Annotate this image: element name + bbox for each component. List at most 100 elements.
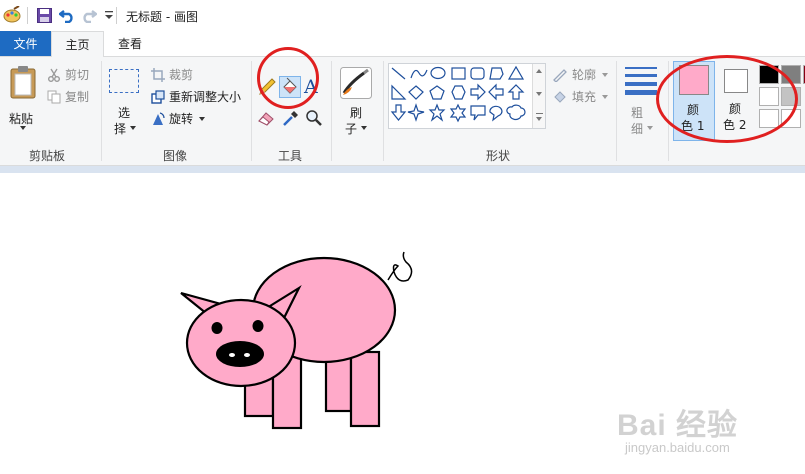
copy-button[interactable]: 复制: [47, 88, 89, 105]
crop-button[interactable]: 裁剪: [151, 66, 193, 83]
scroll-down-arrow-icon[interactable]: [536, 92, 542, 96]
paste-button[interactable]: 粘贴: [6, 65, 38, 141]
select-button[interactable]: 选 择: [106, 65, 142, 143]
down-arrow-shape-icon: [390, 104, 407, 121]
eyedropper-icon: [283, 111, 298, 126]
outline-button[interactable]: 轮廓: [552, 66, 609, 83]
tab-home[interactable]: 主页: [51, 31, 104, 57]
paste-dropdown-arrow: [20, 126, 26, 130]
canvas-border-strip: [0, 166, 805, 173]
palette-swatch-gray[interactable]: [781, 65, 801, 84]
outline-label: 轮廓: [572, 68, 597, 82]
fill-label: 填充: [572, 90, 597, 104]
size-line-icon: [625, 90, 657, 95]
resize-icon: [151, 89, 165, 104]
up-arrow-shape-icon: [507, 84, 525, 100]
size-label-line1: 粗: [631, 106, 644, 120]
color-picker-tool[interactable]: [282, 109, 300, 127]
fill-tool[interactable]: [279, 76, 301, 98]
six-point-star-shape-icon: [449, 103, 467, 123]
pig-nostril: [229, 353, 235, 357]
curve-shape-icon: [410, 69, 428, 79]
brushes-label-line1: 刷: [350, 106, 363, 120]
brushes-dropdown-arrow: [361, 126, 367, 130]
eraser-icon: [258, 112, 274, 126]
magnifier-icon: [306, 110, 322, 126]
diamond-shape-icon: [408, 85, 424, 100]
paint-bucket-icon: [283, 77, 297, 94]
crop-label: 裁剪: [169, 68, 194, 82]
pig-eye: [252, 320, 264, 332]
quick-access-separator: [27, 7, 28, 24]
size-button[interactable]: 粗 细: [622, 65, 662, 143]
color1-label-line1: 颜: [687, 103, 700, 117]
rounded-rectangle-shape-icon: [470, 67, 485, 80]
outline-brush-icon: [553, 68, 567, 82]
size-line-icon: [625, 74, 657, 77]
shapes-gallery-icons: [390, 65, 526, 123]
shapes-group-label: 形状: [485, 149, 510, 163]
rectangle-shape-icon: [451, 67, 466, 80]
selection-rectangle-icon: [109, 69, 139, 93]
magnifier-tool[interactable]: [305, 109, 323, 127]
brushes-label-line2: 子: [345, 122, 358, 136]
scroll-up-arrow-icon[interactable]: [536, 69, 542, 73]
group-separator: [616, 61, 617, 161]
group-separator: [383, 61, 384, 161]
drawing-canvas[interactable]: [0, 166, 805, 474]
resize-button[interactable]: 重新调整大小: [151, 88, 241, 105]
title-bar: 无标题 - 画图: [0, 0, 805, 31]
color1-swatch: [679, 65, 709, 95]
pig-leg: [349, 350, 381, 428]
pencil-icon: [259, 78, 276, 95]
palette-swatch-custom[interactable]: [781, 109, 801, 128]
color1-button[interactable]: 颜 色 1: [673, 61, 715, 141]
palette-swatch-light-gray[interactable]: [781, 87, 801, 106]
rotate-dropdown-arrow: [199, 116, 206, 121]
paint-app-icon: [3, 6, 21, 24]
size-dropdown-arrow: [647, 126, 653, 130]
right-triangle-shape-icon: [391, 84, 407, 100]
oval-callout-shape-icon: [489, 105, 503, 122]
palette-swatch-white[interactable]: [759, 87, 779, 106]
undo-icon[interactable]: [58, 6, 76, 24]
fill-bucket-icon: [554, 90, 566, 103]
resize-label: 重新调整大小: [169, 90, 242, 104]
fill-dropdown-arrow: [602, 94, 609, 99]
rotate-button[interactable]: 旋转: [151, 110, 206, 127]
brushes-button[interactable]: 刷 子: [336, 65, 376, 143]
tab-view[interactable]: 查看: [106, 31, 154, 56]
ribbon: 粘贴 剪切 复制 剪贴板 选 择 裁剪 重新调整大小 旋转 图像 A 工具 刷 …: [0, 56, 805, 166]
eraser-tool[interactable]: [257, 109, 277, 127]
fill-button[interactable]: 填充: [552, 88, 609, 105]
right-arrow-shape-icon: [470, 83, 486, 101]
redo-icon[interactable]: [80, 6, 98, 24]
pig-tail: [387, 251, 413, 282]
color2-label-line2: 色 2: [723, 118, 747, 132]
cut-label: 剪切: [65, 68, 90, 82]
expand-gallery-icon[interactable]: [536, 117, 542, 121]
palette-swatch-black[interactable]: [759, 65, 779, 84]
group-separator: [101, 61, 102, 161]
tools-group-label: 工具: [277, 149, 302, 163]
pencil-tool[interactable]: [257, 77, 277, 97]
save-icon[interactable]: [35, 6, 53, 24]
pig-drawing: [180, 251, 413, 430]
select-label-line1: 选: [118, 106, 131, 120]
size-line-icon: [625, 67, 657, 69]
color2-label-line1: 颜: [729, 102, 742, 116]
palette-swatch-custom[interactable]: [759, 109, 779, 128]
pig-nostril: [244, 353, 250, 357]
group-separator: [668, 61, 669, 161]
oval-shape-icon: [430, 66, 446, 80]
text-tool[interactable]: A: [304, 76, 324, 98]
title-separator: [116, 7, 117, 24]
color2-button[interactable]: 颜 色 2: [718, 61, 756, 141]
tab-file[interactable]: 文件: [0, 31, 51, 56]
cloud-callout-shape-icon: [506, 104, 526, 121]
shapes-gallery-scrollbar[interactable]: [532, 64, 545, 128]
ribbon-tab-bar: 文件 主页 查看: [0, 31, 805, 57]
four-point-star-shape-icon: [407, 103, 425, 122]
cut-button[interactable]: 剪切: [47, 66, 89, 83]
image-group-label: 图像: [162, 149, 187, 163]
